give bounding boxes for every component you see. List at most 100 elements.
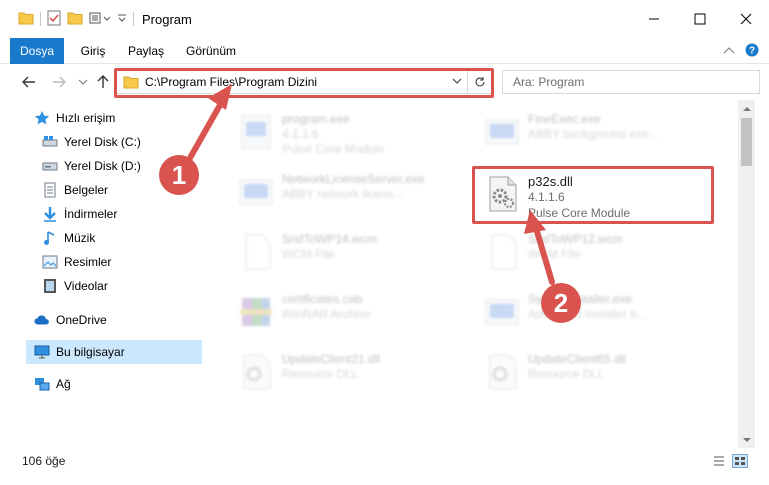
file-name: SndToWP12.wcm — [528, 232, 623, 246]
search-box[interactable] — [502, 70, 760, 94]
exe-file-icon — [482, 292, 522, 332]
tab-view[interactable]: Görünüm — [184, 38, 238, 64]
scroll-up-button[interactable] — [738, 100, 755, 117]
help-icon[interactable]: ? — [745, 43, 759, 60]
sidebar-item-network[interactable]: Ağ — [34, 372, 202, 396]
chevron-down-icon[interactable] — [451, 75, 463, 90]
sidebar-item-label: Yerel Disk (C:) — [64, 135, 141, 149]
vertical-scrollbar[interactable] — [738, 100, 755, 448]
list-item[interactable]: UpdateClient65.dll Resource DLL — [478, 346, 718, 400]
svg-text:?: ? — [749, 46, 755, 57]
file-type: Resource DLL — [282, 367, 359, 381]
properties-icon[interactable] — [47, 10, 61, 29]
recent-locations-button[interactable] — [74, 73, 92, 91]
sidebar-item-downloads[interactable]: İndirmeler — [42, 202, 239, 226]
file-version: 4.1.1.6 — [282, 127, 319, 141]
download-icon — [42, 206, 58, 222]
sidebar-item-onedrive[interactable]: OneDrive — [34, 308, 202, 332]
file-description: ABBY background exe... — [528, 127, 659, 141]
tab-file[interactable]: Dosya — [10, 38, 64, 64]
sidebar-item-quick-access[interactable]: Hızlı erişim — [34, 106, 202, 130]
ribbon-tabs: Dosya Giriş Paylaş Görünüm ? — [0, 38, 769, 64]
sidebar-item-label: Bu bilgisayar — [56, 345, 125, 359]
sidebar-item-videos[interactable]: Videolar — [42, 274, 239, 298]
sidebar-item-label: Resimler — [64, 255, 112, 269]
scroll-down-button[interactable] — [738, 431, 755, 448]
network-icon — [34, 376, 50, 392]
sidebar-item-pictures[interactable]: Resimler — [42, 250, 239, 274]
file-description: Pulse Core Module — [528, 206, 631, 220]
sidebar-item-local-disk-c[interactable]: Yerel Disk (C:) — [42, 130, 202, 154]
tiles-view-icon[interactable] — [732, 454, 748, 471]
item-count: 106 öğe — [22, 454, 66, 468]
exe-file-icon — [236, 112, 276, 152]
refresh-button[interactable] — [467, 71, 491, 93]
sidebar-item-music[interactable]: Müzik — [42, 226, 239, 250]
minimize-button[interactable] — [631, 0, 677, 38]
sidebar-item-label: OneDrive — [56, 313, 107, 327]
list-item[interactable]: program.exe 4.1.1.6 Pulse Core Module — [232, 106, 472, 160]
file-type: Resource DLL — [528, 367, 605, 381]
view-menu-icon[interactable] — [89, 11, 111, 28]
folder-icon[interactable] — [18, 11, 34, 28]
search-input[interactable] — [503, 71, 759, 93]
file-list: program.exe 4.1.1.6 Pulse Core Module Fi… — [206, 100, 738, 448]
folder-icon — [123, 75, 139, 89]
list-item[interactable]: SystemInstaller.exe Advanced Installer t… — [478, 286, 718, 340]
divider — [133, 12, 134, 26]
drive-icon — [42, 134, 58, 150]
cloud-icon — [34, 312, 50, 328]
maximize-button[interactable] — [677, 0, 723, 38]
tab-share[interactable]: Paylaş — [126, 38, 166, 64]
tab-home[interactable]: Giriş — [78, 38, 108, 64]
file-version: 4.1.1.6 — [528, 190, 565, 204]
music-icon — [42, 230, 58, 246]
divider — [40, 12, 41, 26]
file-name: program.exe — [282, 112, 350, 126]
step-2-badge: 2 — [541, 283, 581, 323]
quick-access-toolbar — [0, 0, 134, 38]
file-type: WCM File — [282, 247, 335, 261]
list-item[interactable]: certificates.cab WinRAR Archive — [232, 286, 472, 340]
list-item-p32s-dll[interactable]: p32s.dll 4.1.1.6 Pulse Core Module — [478, 168, 718, 222]
sidebar-item-label: Belgeler — [64, 183, 109, 197]
list-item[interactable]: NetworkLicenseServer.exe ABBY network li… — [232, 166, 472, 220]
customize-qat-icon[interactable] — [117, 12, 127, 26]
sidebar-item-label: Müzik — [64, 231, 96, 245]
file-name: NetworkLicenseServer.exe — [282, 172, 425, 186]
scroll-thumb[interactable] — [741, 118, 752, 166]
computer-icon — [34, 344, 50, 360]
archive-file-icon — [236, 292, 276, 332]
details-view-icon[interactable] — [712, 454, 726, 471]
window-controls — [631, 0, 769, 38]
documents-icon — [42, 182, 58, 198]
list-item[interactable]: SndToWP14.wcm WCM File — [232, 226, 472, 280]
exe-file-icon — [236, 172, 276, 212]
dll-file-icon — [482, 174, 522, 214]
dll-file-icon — [236, 352, 276, 392]
ribbon-right-controls: ? — [723, 43, 759, 60]
address-path: C:\Program Files\Program Dizini — [145, 75, 318, 89]
address-bar[interactable]: C:\Program Files\Program Dizini — [116, 70, 492, 94]
video-icon — [42, 278, 58, 294]
drive-icon — [42, 158, 58, 174]
step-1-badge: 1 — [159, 155, 199, 195]
dll-file-icon — [482, 352, 522, 392]
file-type: WCM File — [528, 247, 581, 261]
navigation-pane: Hızlı erişim Yerel Disk (C:) Yerel Disk … — [0, 100, 239, 448]
list-item[interactable]: SndToWP12.wcm WCM File — [478, 226, 718, 280]
expand-ribbon-icon[interactable] — [723, 45, 735, 59]
list-item[interactable]: UpdateClient21.dll Resource DLL — [232, 346, 472, 400]
title-bar: Program — [0, 0, 769, 38]
sidebar-item-this-pc[interactable]: Bu bilgisayar — [26, 340, 202, 364]
up-button[interactable] — [94, 73, 112, 91]
sidebar-item-label: Ağ — [56, 377, 71, 391]
pictures-icon — [42, 254, 58, 270]
forward-button[interactable] — [50, 73, 68, 91]
list-item[interactable]: FineExec.exe ABBY background exe... — [478, 106, 718, 160]
status-bar: 106 öğe — [0, 448, 769, 485]
back-button[interactable] — [20, 73, 38, 91]
sidebar-item-label: İndirmeler — [64, 207, 118, 221]
new-folder-icon[interactable] — [67, 11, 83, 28]
close-button[interactable] — [723, 0, 769, 38]
